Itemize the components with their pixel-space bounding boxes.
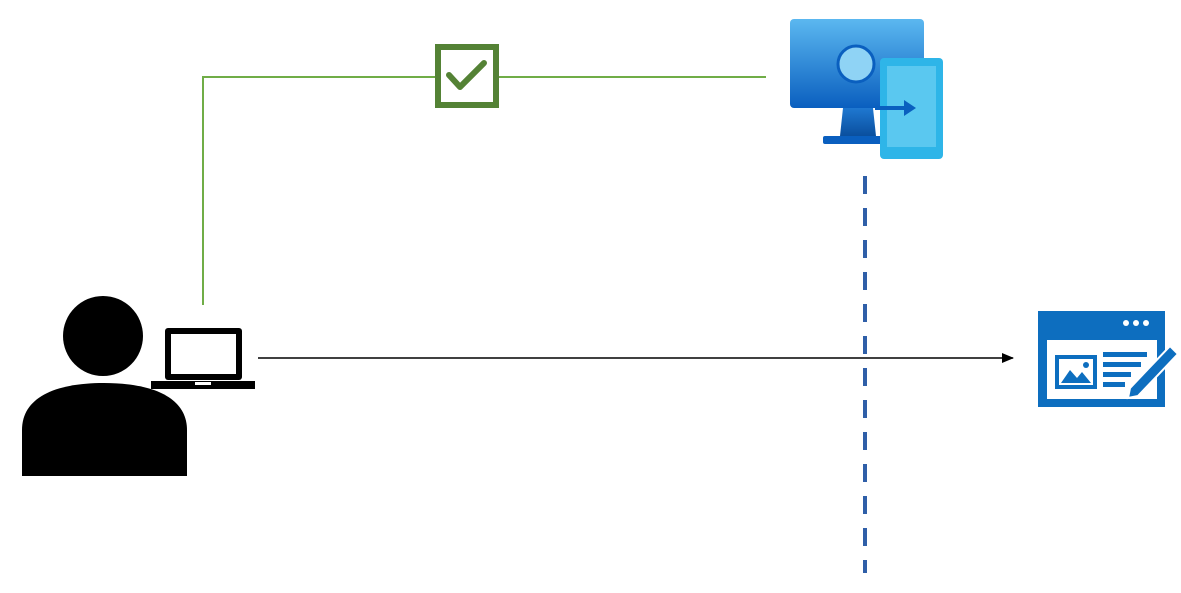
virtual-desktop-icon bbox=[790, 19, 943, 159]
web-form-icon bbox=[1038, 311, 1180, 407]
laptop-icon bbox=[151, 328, 255, 389]
architecture-diagram bbox=[22, 19, 1180, 573]
checkmark-icon bbox=[435, 44, 499, 108]
approved-connection-line bbox=[202, 76, 766, 305]
